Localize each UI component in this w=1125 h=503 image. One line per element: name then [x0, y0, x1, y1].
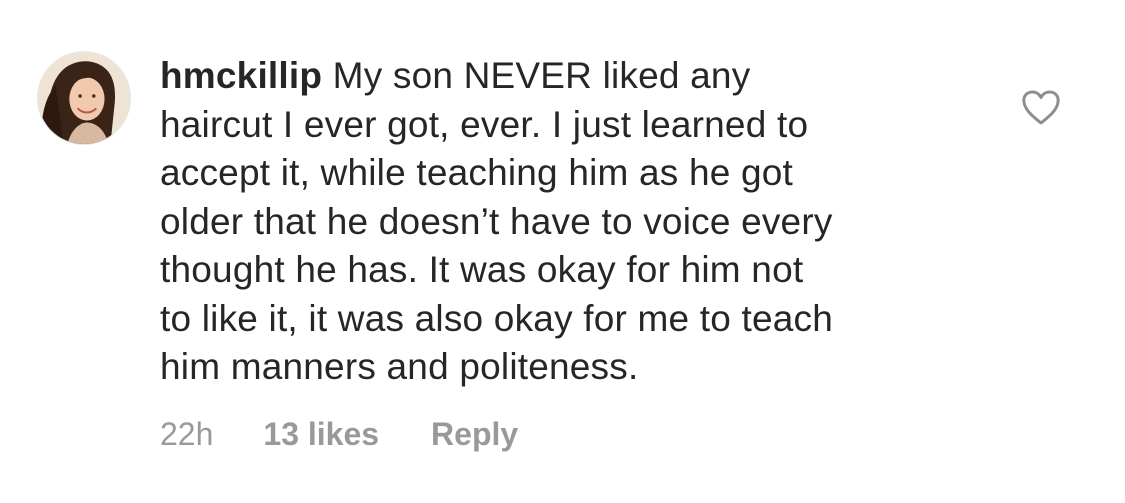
comment-timestamp: 22h	[160, 416, 214, 452]
likes-count-link[interactable]: 13 likes	[263, 412, 379, 456]
comment-line: to like it, it was also okay for me to t…	[160, 297, 834, 339]
avatar[interactable]	[37, 51, 131, 145]
heart-outline-icon	[1022, 90, 1060, 125]
comment-line: him manners and politeness.	[160, 346, 639, 387]
comment-meta: 22h 13 likes Reply	[160, 412, 518, 456]
comment-text: hmckillip My son NEVER liked any haircut…	[160, 52, 960, 392]
username-link[interactable]: hmckillip	[160, 55, 322, 96]
comment-line: older that he doesn’t have to voice ever…	[160, 200, 833, 242]
comment-text-segment: My son NEVER liked any	[332, 55, 751, 96]
like-button[interactable]	[1021, 89, 1061, 127]
comment-line: accept it, while teaching him as he got	[160, 152, 794, 193]
comment-item: hmckillip My son NEVER liked any haircut…	[0, 0, 1125, 503]
reply-button[interactable]: Reply	[431, 412, 518, 456]
comment-line: thought he has. It was okay for him not	[160, 249, 804, 290]
comment-line: haircut I ever got, ever. I just learned…	[160, 103, 809, 145]
comment-line: hmckillip My son NEVER liked any	[160, 52, 960, 101]
